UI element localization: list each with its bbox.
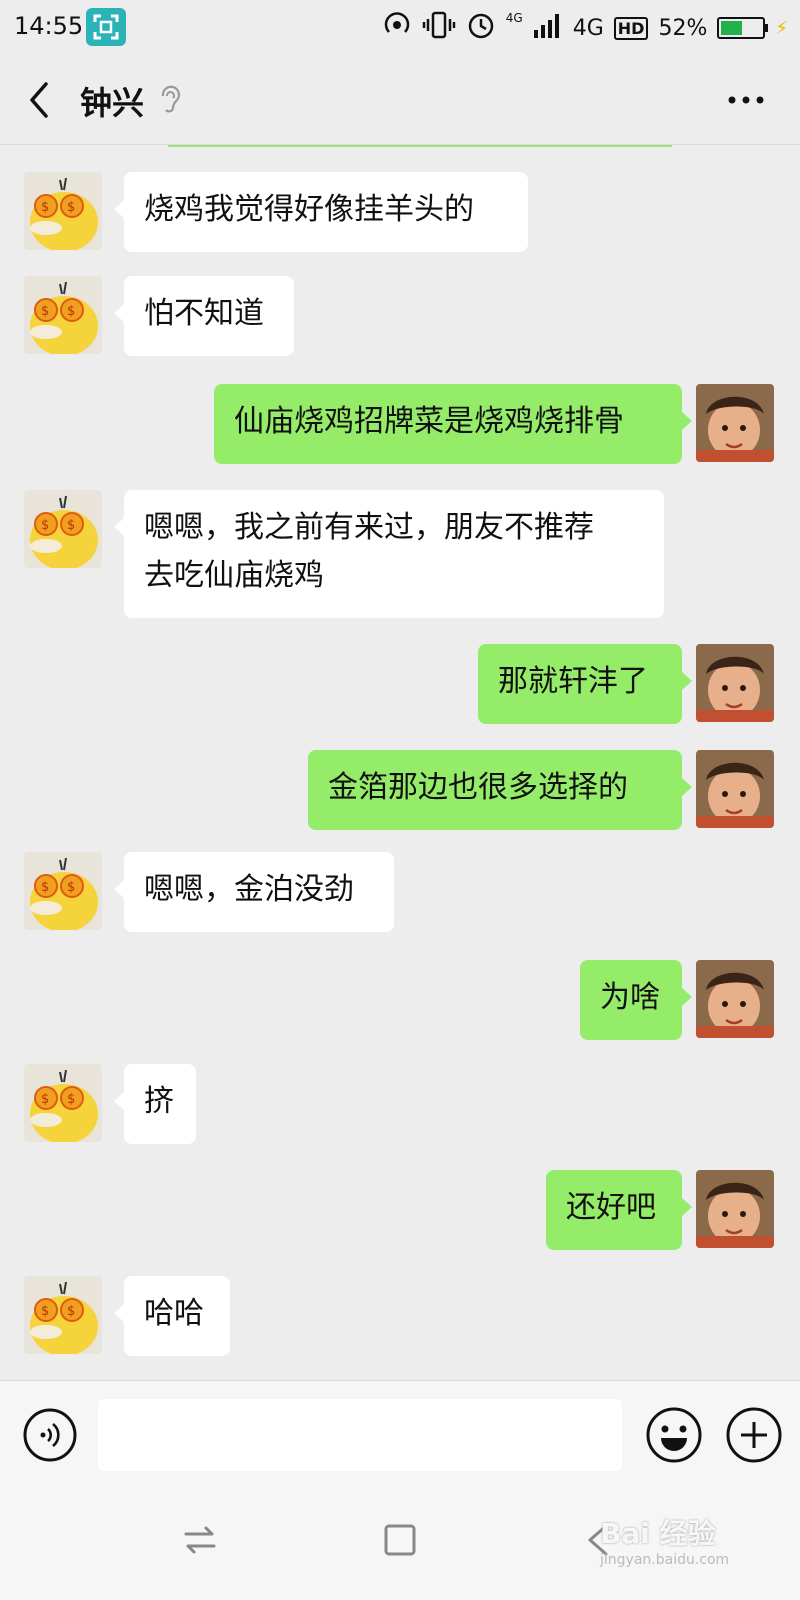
screen-capture-icon xyxy=(86,8,126,46)
received-message-bubble[interactable]: 哈哈 xyxy=(114,1276,230,1356)
sent-message-bubble[interactable]: 还好吧 xyxy=(546,1170,692,1250)
contact-avatar[interactable]: $ $ xyxy=(24,490,102,568)
input-bar xyxy=(0,1380,800,1491)
received-message-bubble[interactable]: 烧鸡我觉得好像挂羊头的 xyxy=(114,172,528,252)
svg-text:$: $ xyxy=(67,1092,75,1107)
svg-text:$: $ xyxy=(41,518,49,533)
more-functions-button[interactable] xyxy=(724,1405,784,1469)
signal-icon xyxy=(533,12,563,44)
battery-icon xyxy=(717,17,769,39)
message-input[interactable] xyxy=(98,1399,622,1471)
hd-badge: HD xyxy=(613,16,649,40)
my-avatar[interactable] xyxy=(696,644,774,722)
svg-text:$: $ xyxy=(41,200,49,215)
my-avatar[interactable] xyxy=(696,384,774,462)
contact-avatar[interactable]: $ $ xyxy=(24,276,102,354)
network-4g-small: 4G xyxy=(505,11,523,25)
svg-text:$: $ xyxy=(67,304,75,319)
contact-avatar[interactable]: $ $ xyxy=(24,852,102,930)
back-button[interactable] xyxy=(22,78,62,122)
received-message-bubble[interactable]: 挤 xyxy=(114,1064,196,1144)
my-avatar[interactable] xyxy=(696,750,774,828)
sent-message-bubble[interactable]: 仙庙烧鸡招牌菜是烧鸡烧排骨 xyxy=(214,384,692,464)
svg-text:$: $ xyxy=(67,1304,75,1319)
voice-input-button[interactable] xyxy=(22,1407,78,1467)
more-options-button[interactable] xyxy=(726,88,766,112)
received-message-bubble[interactable]: 嗯嗯，我之前有来过，朋友不推荐 去吃仙庙烧鸡 xyxy=(114,490,664,618)
contact-avatar[interactable]: $ $ xyxy=(24,1064,102,1142)
watermark-main: Bai 经验 xyxy=(600,1517,716,1550)
svg-text:$: $ xyxy=(67,518,75,533)
svg-text:$: $ xyxy=(41,1304,49,1319)
my-avatar[interactable] xyxy=(696,1170,774,1248)
recent-apps-icon[interactable] xyxy=(180,1520,220,1564)
sent-message-bubble[interactable]: 那就轩沣了 xyxy=(478,644,692,724)
earpiece-mode-icon xyxy=(158,84,182,120)
received-message-bubble[interactable]: 嗯嗯，金泊没劲 xyxy=(114,852,394,932)
contact-avatar[interactable]: $ $ xyxy=(24,1276,102,1354)
svg-text:$: $ xyxy=(41,1092,49,1107)
svg-text:$: $ xyxy=(67,200,75,215)
message-divider xyxy=(168,145,672,147)
sent-message-bubble[interactable]: 为啥 xyxy=(580,960,692,1040)
my-avatar[interactable] xyxy=(696,960,774,1038)
hotspot-icon xyxy=(382,10,412,46)
status-indicators: 4G 4G HD 52% ⚡ xyxy=(382,10,788,46)
charging-icon: ⚡ xyxy=(775,17,788,39)
chat-header: 钟兴 xyxy=(0,56,800,145)
svg-text:$: $ xyxy=(67,880,75,895)
emoji-button[interactable] xyxy=(644,1405,704,1469)
contact-name: 钟兴 xyxy=(80,84,145,122)
home-icon[interactable] xyxy=(380,1520,420,1564)
status-time: 14:55 xyxy=(14,12,84,40)
svg-text:$: $ xyxy=(41,304,49,319)
baidu-jingyan-watermark: Bai 经验 jingyan.baidu.com xyxy=(600,1512,790,1592)
watermark-sub: jingyan.baidu.com xyxy=(600,1552,730,1568)
contact-avatar[interactable]: $ $ xyxy=(24,172,102,250)
svg-text:$: $ xyxy=(41,880,49,895)
network-type: 4G xyxy=(572,15,604,41)
sent-message-bubble[interactable]: 金箔那边也很多选择的 xyxy=(308,750,692,830)
received-message-bubble[interactable]: 怕不知道 xyxy=(114,276,294,356)
battery-text: 52% xyxy=(658,15,708,41)
vibrate-icon xyxy=(422,10,456,46)
alarm-icon xyxy=(466,10,496,46)
status-bar: 14:55 4G 4G HD 52% ⚡ xyxy=(0,0,800,56)
